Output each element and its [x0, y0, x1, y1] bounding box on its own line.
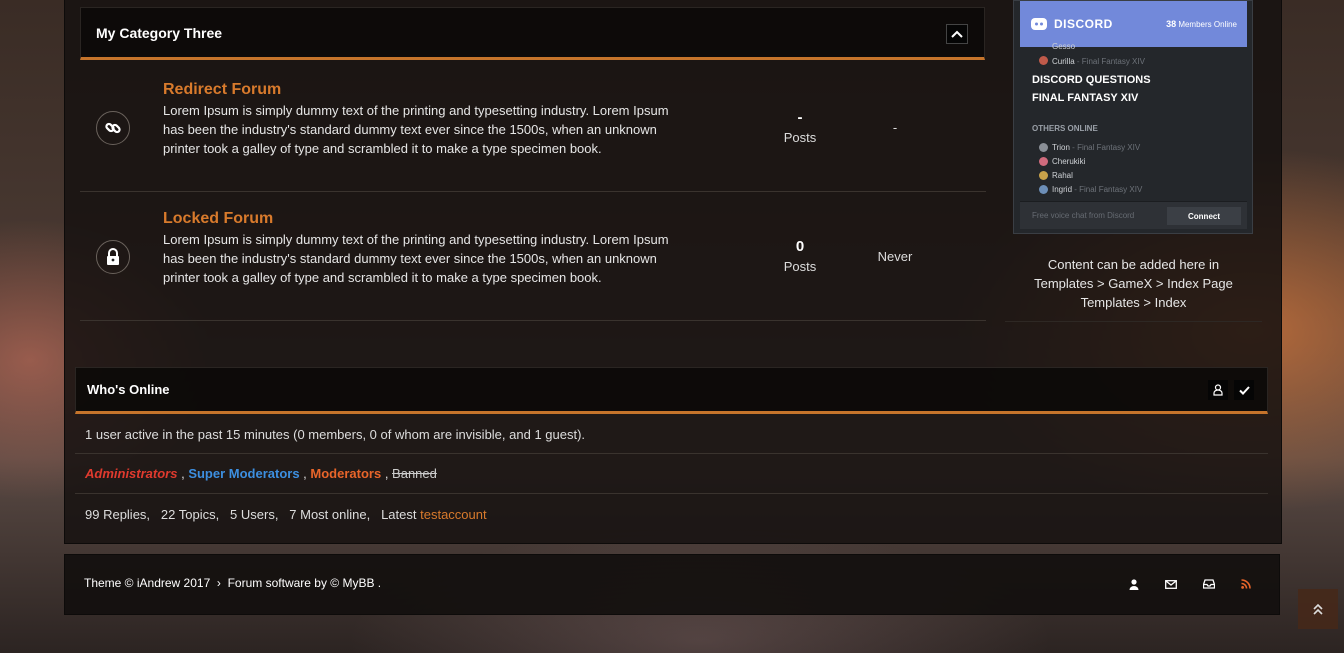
discord-user: Curilla - Final Fantasy XIV	[1052, 57, 1145, 66]
stat-most-online: 7 Most online,	[289, 507, 371, 522]
posts-count: 0	[795, 238, 805, 255]
footer: Theme © iAndrew 2017 › Forum software by…	[64, 554, 1280, 615]
avatar	[1039, 185, 1048, 194]
discord-widget: DISCORD 38 Members Online Gesso Curilla …	[1013, 0, 1253, 234]
theme-credit-link[interactable]: Theme © iAndrew 2017	[84, 576, 210, 590]
stat-users: 5 Users,	[230, 507, 279, 522]
discord-channel[interactable]: DISCORD QUESTIONS	[1032, 74, 1151, 86]
online-users-button[interactable]	[1208, 380, 1228, 400]
discord-user: Trion - Final Fantasy XIV	[1052, 143, 1141, 152]
double-chevron-up-icon	[1313, 603, 1323, 615]
group-administrators[interactable]: Administrators	[85, 466, 177, 481]
forum-title-link[interactable]: Locked Forum	[163, 210, 273, 228]
sidebar-line: Content can be added here in	[1047, 257, 1220, 272]
sidebar-line: Templates > Index	[1080, 295, 1187, 310]
avatar	[1039, 157, 1048, 166]
discord-user: Cherukiki	[1052, 157, 1086, 166]
collapse-button[interactable]	[946, 24, 968, 44]
discord-footer-text: Free voice chat from Discord	[1032, 211, 1135, 220]
stat-replies: 99 Replies,	[85, 507, 151, 522]
posts-label: Posts	[783, 259, 817, 274]
discord-user: Ingrid - Final Fantasy XIV	[1052, 185, 1143, 194]
divider	[75, 453, 1268, 454]
lock-icon	[96, 240, 130, 274]
forum-row: Locked Forum Lorem Ipsum is simply dummy…	[80, 192, 986, 321]
last-post: -	[892, 120, 898, 135]
latest-user-link[interactable]: testaccount	[420, 507, 487, 522]
avatar	[1039, 56, 1048, 65]
user-icon[interactable]	[1126, 576, 1142, 592]
discord-footer: Free voice chat from Discord Connect	[1020, 201, 1247, 229]
sidebar-line: Templates > GameX > Index Page	[1034, 276, 1233, 291]
inbox-icon[interactable]	[1201, 576, 1217, 592]
discord-members-online: 38 Members Online	[1166, 19, 1237, 29]
last-post: Never	[877, 249, 913, 264]
forum-title-link[interactable]: Redirect Forum	[163, 81, 281, 99]
forum-row: Redirect Forum Lorem Ipsum is simply dum…	[80, 63, 986, 192]
discord-channel[interactable]: FINAL FANTASY XIV	[1032, 92, 1138, 104]
forum-description: Lorem Ipsum is simply dummy text of the …	[163, 232, 669, 285]
whos-online-title: Who's Online	[87, 382, 170, 397]
group-super-moderators[interactable]: Super Moderators	[188, 466, 299, 481]
discord-section-label: OTHERS ONLINE	[1032, 124, 1098, 133]
stat-topics: 22 Topics,	[160, 507, 220, 522]
whos-online-header: Who's Online	[75, 367, 1268, 414]
software-credit-link[interactable]: Forum software by © MyBB .	[228, 576, 382, 590]
posts-label: Posts	[783, 130, 817, 145]
avatar	[1039, 143, 1048, 152]
discord-logo-icon	[1031, 18, 1047, 30]
rss-icon[interactable]	[1238, 576, 1254, 592]
forum-description: Lorem Ipsum is simply dummy text of the …	[163, 103, 669, 156]
discord-connect-button[interactable]: Connect	[1167, 207, 1241, 225]
posts-count: -	[797, 109, 803, 126]
mail-icon[interactable]	[1163, 576, 1179, 592]
link-icon	[96, 111, 130, 145]
group-moderators[interactable]: Moderators	[310, 466, 381, 481]
mark-read-button[interactable]	[1234, 380, 1254, 400]
scroll-to-top-button[interactable]	[1298, 589, 1338, 629]
user-icon	[1213, 384, 1223, 396]
stat-latest-label: Latest	[381, 507, 417, 522]
discord-logo-text: DISCORD	[1054, 17, 1113, 31]
discord-header: DISCORD 38 Members Online	[1020, 1, 1247, 47]
discord-user: Rahal	[1052, 171, 1073, 180]
sidebar-content: Content can be added here in Templates >…	[1005, 255, 1262, 322]
category-title: My Category Three	[96, 25, 223, 41]
chevron-up-icon	[951, 30, 963, 38]
category-header: My Category Three	[80, 7, 985, 60]
avatar	[1039, 171, 1048, 180]
chevron-right-icon: ›	[216, 576, 221, 590]
discord-user: Gesso	[1052, 42, 1076, 51]
check-icon	[1238, 385, 1250, 395]
divider	[75, 493, 1268, 494]
group-banned[interactable]: Banned	[392, 466, 437, 481]
